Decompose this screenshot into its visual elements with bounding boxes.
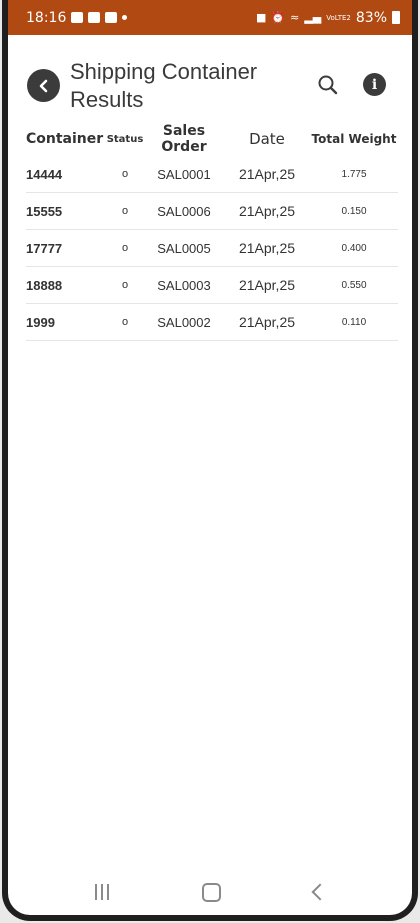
cell-sales-order: SAL0005	[157, 240, 211, 256]
cell-date: 21Apr,25	[238, 314, 296, 330]
cell-status: o	[121, 242, 129, 254]
cell-total-weight: 1.775	[341, 168, 367, 180]
app-header: Shipping Container Results i	[8, 58, 412, 116]
status-right: ■ ⏰ ≈ ▂▄ VoLTE2 83%	[256, 10, 400, 26]
header-total-weight[interactable]: Total Weight	[310, 132, 398, 146]
table-row[interactable]: 18888 o SAL0003 21Apr,25 0.550	[26, 267, 398, 304]
table-row[interactable]: 15555 o SAL0006 21Apr,25 0.150	[26, 193, 398, 230]
wifi-icon: ≈	[290, 11, 300, 24]
header-status[interactable]: Status	[106, 134, 144, 145]
home-button[interactable]	[201, 882, 221, 902]
table-row[interactable]: 14444 o SAL0001 21Apr,25 1.775	[26, 156, 398, 193]
cell-total-weight: 0.550	[341, 279, 367, 291]
teams-notification-icon	[105, 12, 118, 23]
gallery-notification-icon	[71, 12, 84, 23]
system-nav-bar	[8, 872, 412, 912]
battery-icon	[392, 11, 400, 24]
search-icon	[318, 75, 338, 95]
table-row[interactable]: 17777 o SAL0005 21Apr,25 0.400	[26, 230, 398, 267]
search-button[interactable]	[315, 72, 341, 98]
cell-container: 18888	[26, 277, 63, 293]
system-back-button[interactable]	[311, 883, 328, 901]
network-type: VoLTE2	[326, 13, 351, 22]
signal-icon: ▂▄	[304, 11, 322, 24]
battery-percent: 83%	[355, 9, 387, 26]
alarm-icon: ⏰	[271, 11, 286, 24]
table-header: Container Status Sales Order Date Total …	[26, 122, 398, 156]
page-title: Shipping Container Results	[70, 59, 258, 112]
cell-container: 17777	[26, 240, 63, 256]
cell-container: 15555	[26, 203, 63, 219]
cell-total-weight: 0.110	[341, 316, 367, 328]
cell-container: 1999	[26, 314, 55, 330]
cell-sales-order: SAL0006	[157, 203, 211, 219]
info-icon: i	[371, 76, 378, 93]
phone-frame: 18:16 ■ ⏰ ≈ ▂▄ VoLTE2 83% Shipping Conta…	[2, 0, 418, 921]
more-notifications-icon	[122, 15, 128, 20]
results-table: Container Status Sales Order Date Total …	[26, 122, 398, 341]
cell-date: 21Apr,25	[238, 277, 296, 293]
outlook-notification-icon	[88, 12, 101, 23]
cell-date: 21Apr,25	[238, 203, 296, 219]
screen: 18:16 ■ ⏰ ≈ ▂▄ VoLTE2 83% Shipping Conta…	[8, 0, 412, 915]
lock-icon: ■	[256, 11, 267, 24]
cell-status: o	[121, 279, 129, 291]
recents-button[interactable]	[94, 884, 109, 900]
cell-total-weight: 0.400	[341, 242, 367, 254]
cell-total-weight: 0.150	[341, 205, 367, 217]
status-bar: 18:16 ■ ⏰ ≈ ▂▄ VoLTE2 83%	[8, 0, 412, 35]
header-date[interactable]: Date	[224, 130, 310, 148]
info-button[interactable]: i	[363, 73, 386, 96]
cell-date: 21Apr,25	[238, 166, 296, 182]
chevron-left-icon	[39, 79, 47, 92]
header-sales-order[interactable]: Sales Order	[144, 123, 224, 155]
table-row[interactable]: 1999 o SAL0002 21Apr,25 0.110	[26, 304, 398, 341]
header-container[interactable]: Container	[26, 131, 106, 147]
back-button[interactable]	[27, 69, 60, 102]
cell-sales-order: SAL0001	[157, 166, 211, 182]
status-left: 18:16	[26, 9, 128, 26]
cell-date: 21Apr,25	[238, 240, 296, 256]
cell-status: o	[121, 205, 129, 217]
cell-container: 14444	[26, 166, 63, 182]
cell-sales-order: SAL0003	[157, 277, 211, 293]
cell-sales-order: SAL0002	[157, 314, 211, 330]
cell-status: o	[121, 316, 129, 328]
status-time: 18:16	[26, 9, 67, 26]
cell-status: o	[121, 168, 129, 180]
